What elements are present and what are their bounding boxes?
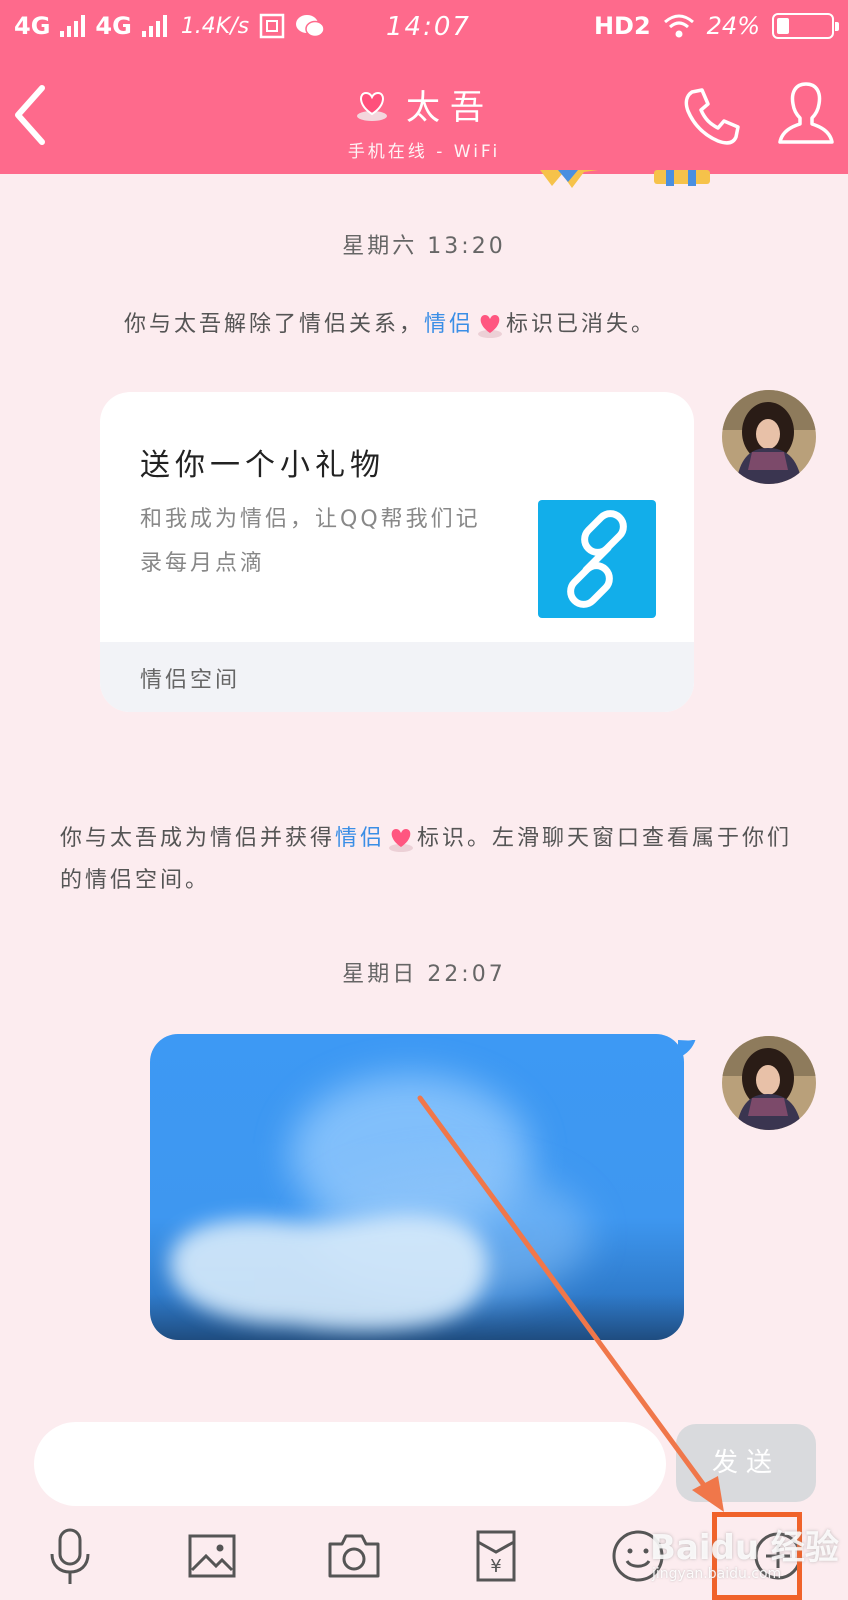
chat-header: 太吾 手机在线 - WiFi xyxy=(0,58,848,174)
blurred-image xyxy=(170,1074,590,1330)
network-label-1: 4G xyxy=(14,12,51,40)
hd-label: HD2 xyxy=(593,12,651,40)
sticker-decoration-right xyxy=(654,170,710,186)
send-button[interactable]: 发送 xyxy=(676,1424,816,1502)
gift-card-description: 和我成为情侣，让QQ帮我们记录每月点滴 xyxy=(140,507,481,576)
status-bar: 4G 4G 1.4K/s 14:07 HD2 24% xyxy=(0,0,848,58)
contact-name: 太吾 xyxy=(406,88,494,128)
gift-card-footer: 情侣空间 xyxy=(100,642,694,712)
voice-mic-icon[interactable] xyxy=(40,1526,100,1586)
battery-icon xyxy=(772,13,839,39)
signal-icon-2 xyxy=(141,15,167,37)
system-message: 你与太吾解除了情侣关系，情侣 标识已消失。 xyxy=(124,304,764,346)
system-message-text: 你与太吾成为情侣并获得 xyxy=(60,826,336,851)
wechat-icon xyxy=(296,15,325,38)
red-packet-icon[interactable]: ¥ xyxy=(466,1526,526,1586)
signal-icon xyxy=(60,15,86,37)
timestamp: 星期六 13:20 xyxy=(342,234,506,259)
message-input[interactable] xyxy=(34,1422,666,1506)
link-thumbnail xyxy=(538,500,656,618)
wifi-icon xyxy=(663,14,694,38)
avatar-image xyxy=(722,1036,816,1130)
couple-link[interactable]: 情侣 xyxy=(424,312,474,337)
couple-heart-icon xyxy=(478,315,503,338)
clock: 14:07 xyxy=(386,12,471,42)
network-label-2: 4G xyxy=(95,12,132,40)
network-speed: 1.4K/s xyxy=(180,13,250,39)
couple-heart-icon xyxy=(389,829,414,852)
couple-heart-icon xyxy=(357,91,387,121)
gift-card-title: 送你一个小礼物 xyxy=(140,448,385,483)
avatar[interactable] xyxy=(722,390,816,484)
gift-card-source: 情侣空间 xyxy=(140,668,241,693)
notification-icon xyxy=(259,13,285,39)
phone-call-icon[interactable] xyxy=(680,86,740,148)
battery-percent: 24% xyxy=(706,12,760,40)
couple-link[interactable]: 情侣 xyxy=(335,826,385,851)
link-icon xyxy=(567,510,627,608)
sticker-decoration-left xyxy=(540,170,598,188)
avatar-image xyxy=(722,390,816,484)
system-message-text: 标识已消失。 xyxy=(506,312,657,337)
bubble-tail xyxy=(678,1040,696,1058)
baidu-watermark-url: jingyan.baidu.com xyxy=(652,1566,782,1582)
image-picker-icon[interactable] xyxy=(182,1526,242,1586)
baidu-watermark: Baidu 经验 xyxy=(650,1528,839,1568)
gift-card-message[interactable]: 送你一个小礼物 和我成为情侣，让QQ帮我们记录每月点滴 情侣空间 xyxy=(100,392,694,712)
avatar[interactable] xyxy=(722,1036,816,1130)
profile-icon[interactable] xyxy=(776,80,836,148)
system-message: 你与太吾成为情侣并获得情侣 标识。左滑聊天窗口查看属于你们的情侣空间。 xyxy=(60,818,800,902)
system-message-text: 你与太吾解除了情侣关系， xyxy=(124,312,425,337)
svg-text:¥: ¥ xyxy=(490,1556,501,1577)
timestamp: 星期日 22:07 xyxy=(342,962,506,987)
image-message-bubble[interactable] xyxy=(150,1034,684,1340)
camera-icon[interactable] xyxy=(324,1526,384,1586)
